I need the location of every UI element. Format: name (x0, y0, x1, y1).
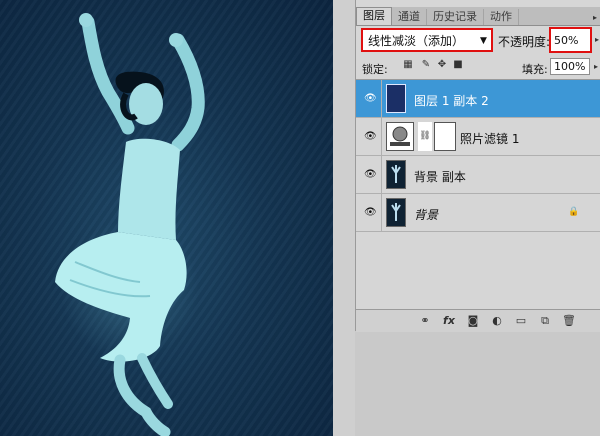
layer-mask-thumbnail[interactable] (434, 122, 456, 151)
fill-slider-icon[interactable]: ▸ (594, 62, 598, 71)
fx-icon[interactable]: fx (442, 314, 456, 328)
workspace-gap (333, 0, 355, 436)
layer-name[interactable]: 背景 (414, 206, 438, 223)
tab-history[interactable]: 历史记录 (427, 9, 484, 25)
chain-link-icon[interactable]: ⛓ (418, 122, 432, 151)
lock-label: 锁定: (362, 63, 388, 76)
layer-thumbnail (386, 84, 406, 113)
layer-row[interactable]: 👁 背景 副本 (356, 156, 600, 194)
opacity-input[interactable]: 50% (549, 27, 592, 53)
mask-icon[interactable]: ◙ (466, 314, 480, 328)
blend-mode-value: 线性减淡（添加） (368, 33, 465, 48)
lock-all-icon[interactable]: ■ (452, 59, 464, 71)
tab-layers[interactable]: 图层 (356, 7, 392, 25)
layers-panel: 图层 通道 历史记录 动作 ▸ 线性减淡（添加） ▼ 不透明度: 50% ▸ 锁… (355, 0, 600, 332)
chevron-down-icon[interactable]: ▼ (480, 36, 487, 46)
layer-name[interactable]: 照片滤镜 1 (460, 130, 519, 147)
layer-row[interactable]: 👁 背景 🔒 (356, 194, 600, 232)
layer-name[interactable]: 图层 1 副本 2 (414, 92, 489, 109)
adjustment-icon[interactable]: ◐ (490, 314, 504, 328)
blend-mode-select[interactable]: 线性减淡（添加） (361, 28, 493, 52)
lock-transparent-icon[interactable]: ▦ (402, 59, 414, 71)
photo-canvas[interactable] (0, 0, 333, 436)
layers-bottom-bar: ⚭ fx ◙ ◐ ▭ ⧉ 🗑 (356, 309, 600, 332)
layers-list: 👁 图层 1 副本 2 👁 ⛓ 照片滤镜 1 👁 背景 副本 👁 背景 🔒 (356, 79, 600, 310)
layer-row[interactable]: 👁 图层 1 副本 2 (356, 80, 600, 118)
eye-icon[interactable]: 👁 (364, 131, 377, 143)
dancer-figure (55, 13, 205, 436)
eye-icon[interactable]: 👁 (364, 169, 377, 181)
fill-input[interactable]: 100% (550, 58, 590, 75)
trash-icon[interactable]: 🗑 (562, 314, 576, 328)
link-icon[interactable]: ⚭ (418, 314, 432, 328)
lock-icon: 🔒 (568, 207, 580, 217)
opacity-label: 不透明度: (498, 35, 551, 49)
adjustment-layer-icon (386, 122, 414, 151)
panel-tabs: 图层 通道 历史记录 动作 ▸ (356, 7, 600, 26)
layer-thumbnail (386, 160, 406, 189)
eye-icon[interactable]: 👁 (364, 93, 377, 105)
eye-icon[interactable]: 👁 (364, 207, 377, 219)
group-icon[interactable]: ▭ (514, 314, 528, 328)
tab-channels[interactable]: 通道 (392, 9, 427, 25)
fill-label: 填充: (522, 63, 548, 76)
lock-move-icon[interactable]: ✥ (436, 59, 448, 71)
tabs-scroll-icon[interactable]: ▸ (589, 9, 600, 25)
lock-paint-icon[interactable]: ✎ (420, 59, 432, 71)
opacity-slider-icon[interactable]: ▸ (595, 35, 599, 44)
layer-row[interactable]: 👁 ⛓ 照片滤镜 1 (356, 118, 600, 156)
layer-name[interactable]: 背景 副本 (414, 168, 466, 185)
tab-actions[interactable]: 动作 (484, 9, 519, 25)
new-layer-icon[interactable]: ⧉ (538, 314, 552, 328)
layer-thumbnail (386, 198, 406, 227)
